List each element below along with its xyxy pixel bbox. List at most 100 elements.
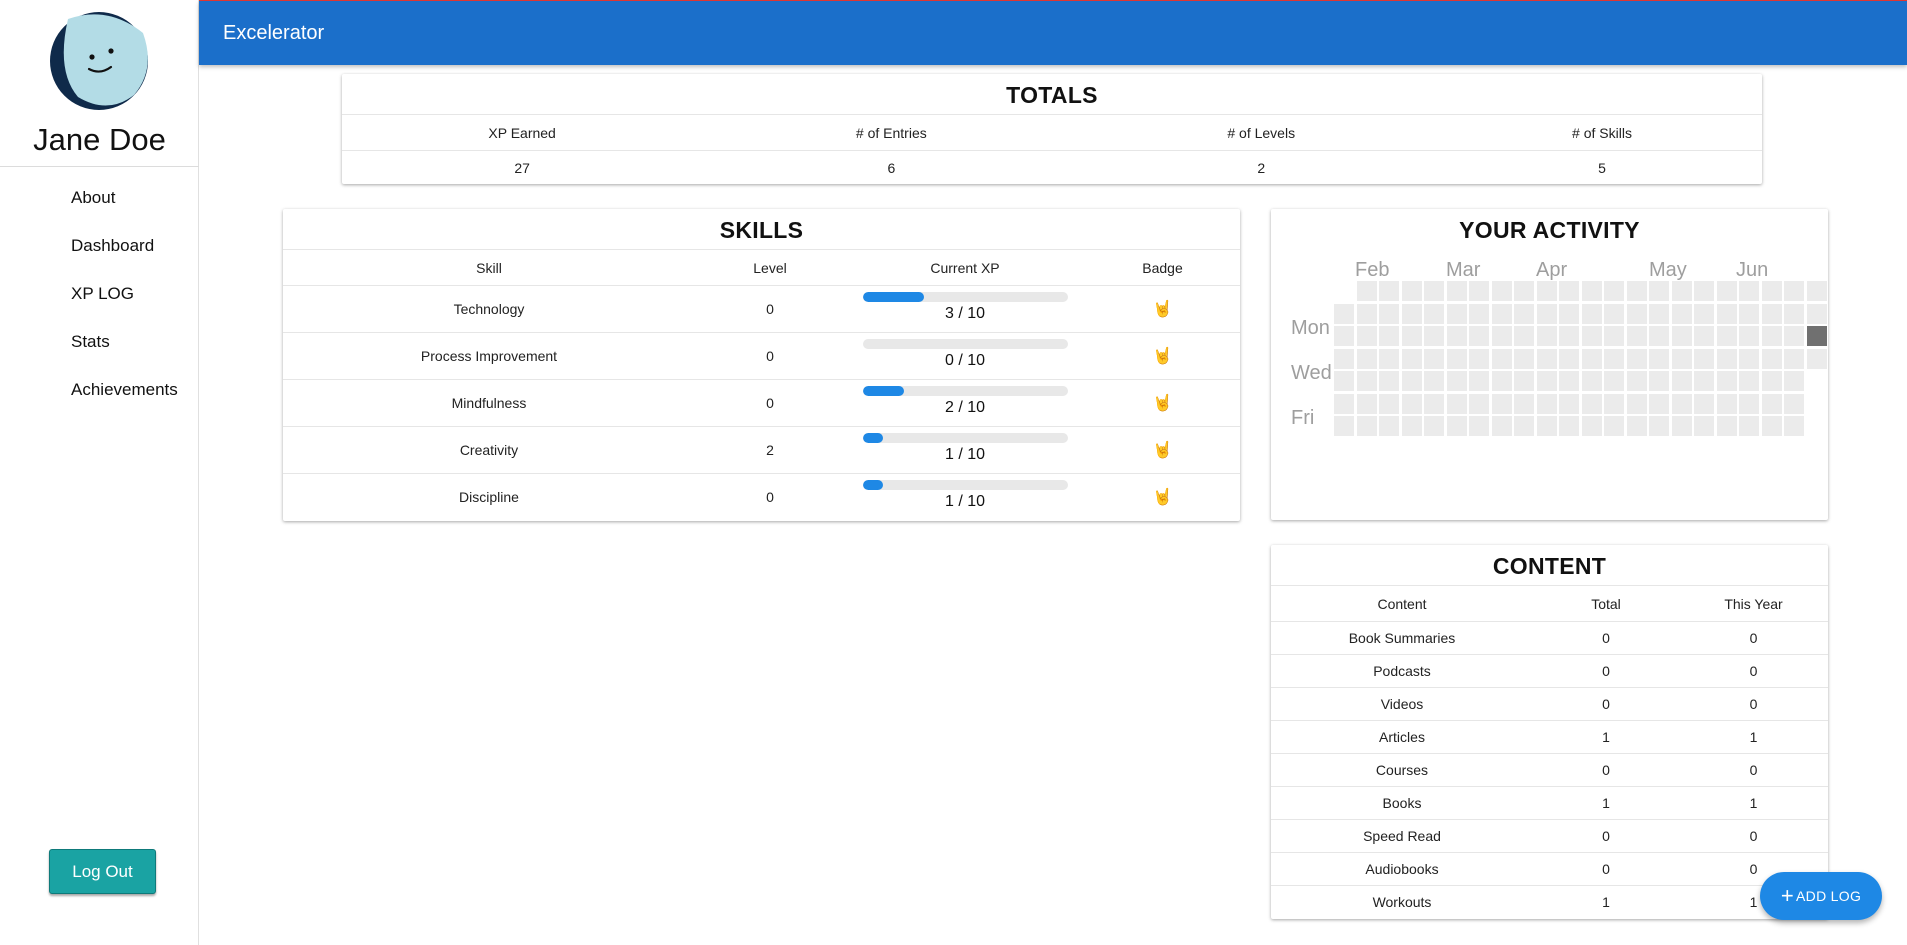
activity-cell[interactable] [1401,303,1422,324]
activity-cell[interactable] [1604,393,1624,414]
activity-cell[interactable] [1626,303,1647,324]
activity-cell[interactable] [1559,326,1579,346]
activity-cell[interactable] [1536,371,1557,391]
activity-cell[interactable] [1514,281,1534,301]
activity-cell[interactable] [1356,371,1377,391]
activity-cell[interactable] [1649,393,1669,414]
activity-cell[interactable] [1671,416,1692,436]
activity-cell[interactable] [1446,348,1467,369]
activity-cell[interactable] [1581,393,1602,414]
activity-cell[interactable] [1559,371,1579,391]
activity-cell[interactable] [1491,416,1512,436]
activity-cell[interactable] [1806,281,1827,301]
activity-cell[interactable] [1649,348,1669,369]
activity-cell[interactable] [1446,303,1467,324]
activity-cell[interactable] [1356,281,1377,301]
activity-cell[interactable] [1671,348,1692,369]
activity-cell[interactable] [1379,393,1399,414]
activity-cell[interactable] [1784,393,1804,414]
activity-cell[interactable] [1559,416,1579,436]
activity-cell[interactable] [1739,326,1759,346]
activity-cell[interactable] [1581,281,1602,301]
activity-cell[interactable] [1739,348,1759,369]
activity-cell[interactable] [1379,348,1399,369]
activity-cell[interactable] [1469,326,1489,346]
activity-cell[interactable] [1469,393,1489,414]
activity-cell[interactable] [1469,348,1489,369]
activity-cell[interactable] [1356,303,1377,324]
activity-cell[interactable] [1559,281,1579,301]
activity-cell[interactable] [1514,303,1534,324]
activity-cell[interactable] [1739,371,1759,391]
activity-cell[interactable] [1671,326,1692,346]
activity-cell[interactable] [1379,326,1399,346]
activity-cell[interactable] [1671,393,1692,414]
activity-cell[interactable] [1784,281,1804,301]
activity-cell[interactable] [1581,326,1602,346]
activity-cell[interactable] [1356,393,1377,414]
activity-cell[interactable] [1379,416,1399,436]
activity-cell[interactable] [1379,371,1399,391]
activity-cell[interactable] [1761,303,1782,324]
activity-cell[interactable] [1649,281,1669,301]
activity-cell[interactable] [1604,348,1624,369]
avatar[interactable] [48,11,150,111]
activity-cell[interactable] [1626,281,1647,301]
activity-cell[interactable] [1559,348,1579,369]
activity-cell[interactable] [1491,303,1512,324]
activity-cell[interactable] [1446,326,1467,346]
activity-cell[interactable] [1536,393,1557,414]
activity-cell[interactable] [1649,326,1669,346]
activity-cell[interactable] [1334,348,1354,369]
activity-cell[interactable] [1581,348,1602,369]
activity-cell[interactable] [1626,348,1647,369]
activity-cell[interactable] [1739,303,1759,324]
activity-cell[interactable] [1716,348,1737,369]
activity-cell[interactable] [1379,303,1399,324]
activity-cell[interactable] [1694,393,1714,414]
activity-cell[interactable] [1334,326,1354,346]
nav-item-achievements[interactable]: Achievements [0,366,199,414]
activity-cell[interactable] [1356,348,1377,369]
activity-cell[interactable] [1806,303,1827,324]
activity-cell[interactable] [1536,416,1557,436]
activity-cell[interactable] [1356,416,1377,436]
activity-cell[interactable] [1739,393,1759,414]
activity-cell[interactable] [1536,326,1557,346]
activity-cell[interactable] [1424,326,1444,346]
activity-cell[interactable] [1694,326,1714,346]
activity-cell[interactable] [1514,393,1534,414]
activity-cell[interactable] [1716,326,1737,346]
activity-cell[interactable] [1694,303,1714,324]
activity-cell[interactable] [1716,416,1737,436]
activity-cell[interactable] [1401,371,1422,391]
activity-cell[interactable] [1649,416,1669,436]
activity-cell[interactable] [1401,326,1422,346]
activity-cell[interactable] [1401,393,1422,414]
activity-cell[interactable] [1716,371,1737,391]
nav-item-about[interactable]: About [0,174,199,222]
activity-cell[interactable] [1604,371,1624,391]
activity-cell[interactable] [1491,281,1512,301]
activity-cell[interactable] [1491,348,1512,369]
activity-cell[interactable] [1649,371,1669,391]
activity-cell[interactable] [1469,281,1489,301]
activity-cell[interactable] [1446,393,1467,414]
activity-cell[interactable] [1784,416,1804,436]
activity-cell[interactable] [1514,326,1534,346]
activity-cell[interactable] [1581,303,1602,324]
activity-cell[interactable] [1604,416,1624,436]
activity-cell[interactable] [1424,416,1444,436]
activity-cell[interactable] [1469,371,1489,391]
activity-cell[interactable] [1491,371,1512,391]
add-log-button[interactable]: + ADD LOG [1760,872,1882,920]
activity-cell[interactable] [1536,281,1557,301]
activity-cell[interactable] [1604,281,1624,301]
nav-item-xp-log[interactable]: XP LOG [0,270,199,318]
activity-cell[interactable] [1626,371,1647,391]
activity-cell[interactable] [1761,393,1782,414]
logout-button[interactable]: Log Out [49,849,156,894]
activity-cell[interactable] [1356,326,1377,346]
activity-cell[interactable] [1536,303,1557,324]
activity-cell[interactable] [1716,281,1737,301]
